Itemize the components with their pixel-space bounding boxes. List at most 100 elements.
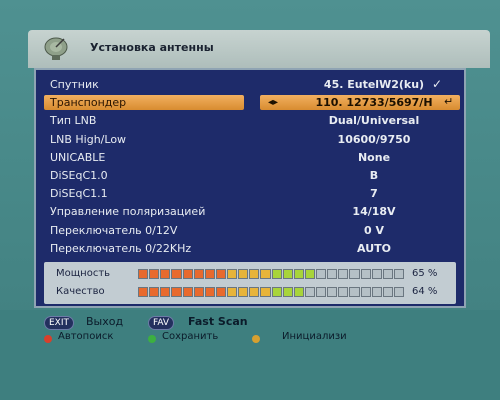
meter-segment — [215, 287, 226, 297]
meter-segment — [282, 287, 293, 297]
settings-row[interactable]: UNICABLE None — [44, 149, 462, 167]
meter-segment — [371, 287, 382, 297]
page-title: Установка антенны — [90, 41, 214, 54]
check-icon: ✓ — [432, 77, 443, 91]
satellite-dish-icon — [44, 37, 68, 60]
meter-segment — [260, 269, 271, 279]
meter-segment — [360, 287, 371, 297]
meter-segment — [271, 269, 282, 279]
signal-meter: Мощность 65 % Качество 64 % — [44, 262, 456, 304]
meter-segment — [316, 269, 327, 279]
screen: Установка антенны Спутник 45. EutelW2(ku)… — [0, 0, 500, 400]
settings-row-value: B — [369, 168, 379, 182]
signal-strength-percent: 65 % — [412, 268, 438, 279]
meter-segment — [204, 269, 215, 279]
settings-row-value: 0 V — [364, 223, 384, 237]
autoscan-label: Автопоиск — [58, 331, 114, 342]
meter-segment — [316, 287, 327, 297]
settings-row-value: 10600/9750 — [337, 132, 411, 146]
meter-segment — [182, 287, 193, 297]
settings-row-label: DiSEqC1.0 — [50, 168, 108, 182]
signal-strength-bar — [138, 269, 404, 279]
settings-row-value: 45. EutelW2(ku) — [323, 78, 425, 91]
settings-row-label: Переключатель 0/12V — [50, 223, 178, 237]
signal-quality-label: Качество — [56, 286, 105, 297]
meter-segment — [171, 287, 182, 297]
meter-segment — [293, 269, 304, 279]
yellow-key-icon[interactable] — [252, 335, 260, 343]
settings-row-label: Управление поляризацией — [50, 205, 206, 219]
signal-quality-bar — [138, 287, 404, 297]
meter-segment — [160, 287, 171, 297]
signal-quality-percent: 64 % — [412, 286, 438, 297]
meter-segment — [138, 287, 149, 297]
meter-segment — [193, 287, 204, 297]
left-right-arrow-icon[interactable]: ◂▸ — [268, 97, 278, 108]
settings-row-label: LNB High/Low — [50, 132, 127, 146]
meter-segment — [338, 269, 349, 279]
fav-key[interactable]: FAV — [148, 316, 175, 330]
meter-segment — [215, 269, 226, 279]
save-label: Сохранить — [162, 331, 219, 342]
meter-segment — [338, 287, 349, 297]
green-key-icon[interactable] — [148, 335, 156, 343]
exit-label: Выход — [86, 315, 124, 328]
settings-row[interactable]: Тип LNB Dual/Universal — [44, 112, 462, 130]
settings-row-label: Транспондер — [50, 96, 127, 110]
red-key-icon[interactable] — [44, 335, 52, 343]
settings-row-value: 7 — [370, 187, 378, 201]
meter-segment — [238, 269, 249, 279]
signal-strength-label: Мощность — [56, 268, 111, 279]
settings-row[interactable]: DiSEqC1.1 7 — [44, 185, 462, 203]
settings-row-label: Переключатель 0/22KHz — [50, 241, 192, 255]
meter-segment — [149, 287, 160, 297]
meter-segment — [382, 269, 393, 279]
meter-segment — [227, 269, 238, 279]
fast-scan-label: Fast Scan — [188, 315, 248, 328]
meter-segment — [393, 269, 404, 279]
settings-row[interactable]: ◂▸ ↵ Транспондер 110. 12733/5697/H — [44, 94, 462, 112]
meter-segment — [349, 287, 360, 297]
meter-segment — [249, 269, 260, 279]
meter-segment — [360, 269, 371, 279]
meter-segment — [349, 269, 360, 279]
settings-row-label: Спутник — [50, 78, 99, 91]
settings-row-value: Dual/Universal — [328, 114, 420, 128]
meter-segment — [271, 287, 282, 297]
meter-segment — [393, 287, 404, 297]
meter-segment — [304, 269, 315, 279]
meter-segment — [327, 287, 338, 297]
meter-segment — [371, 269, 382, 279]
settings-row[interactable]: Управление поляризацией 14/18V — [44, 203, 462, 221]
signal-quality-row: Качество 64 % — [44, 283, 456, 301]
settings-row[interactable]: Спутник 45. EutelW2(ku) ✓ — [44, 76, 462, 94]
settings-row[interactable]: LNB High/Low 10600/9750 — [44, 131, 462, 149]
footer: EXIT Выход FAV Fast Scan Автопоиск Сохра… — [0, 310, 500, 400]
settings-row-label: DiSEqC1.1 — [50, 187, 108, 201]
meter-segment — [160, 269, 171, 279]
settings-row[interactable]: Переключатель 0/12V 0 V — [44, 222, 462, 240]
meter-segment — [304, 287, 315, 297]
initialize-label: Инициализи — [282, 331, 347, 342]
meter-segment — [260, 287, 271, 297]
settings-row-value: None — [357, 150, 391, 164]
settings-row-label: Тип LNB — [50, 114, 97, 128]
meter-segment — [138, 269, 149, 279]
meter-segment — [182, 269, 193, 279]
meter-segment — [227, 287, 238, 297]
settings-row[interactable]: DiSEqC1.0 B — [44, 167, 462, 185]
settings-list: Спутник 45. EutelW2(ku) ✓ ◂▸ ↵ Транспондер 110… — [44, 76, 462, 258]
exit-key[interactable]: EXIT — [44, 316, 75, 330]
meter-segment — [282, 269, 293, 279]
meter-segment — [193, 269, 204, 279]
meter-segment — [149, 269, 160, 279]
settings-row[interactable]: Переключатель 0/22KHz AUTO — [44, 240, 462, 258]
settings-row-label: UNICABLE — [50, 150, 106, 164]
meter-segment — [171, 269, 182, 279]
settings-row-value: 14/18V — [352, 205, 396, 219]
settings-row-value: AUTO — [357, 241, 391, 255]
header: Установка антенны — [28, 30, 490, 68]
meter-segment — [382, 287, 393, 297]
settings-row-value: 110. 12733/5697/H — [315, 96, 433, 110]
meter-segment — [293, 287, 304, 297]
